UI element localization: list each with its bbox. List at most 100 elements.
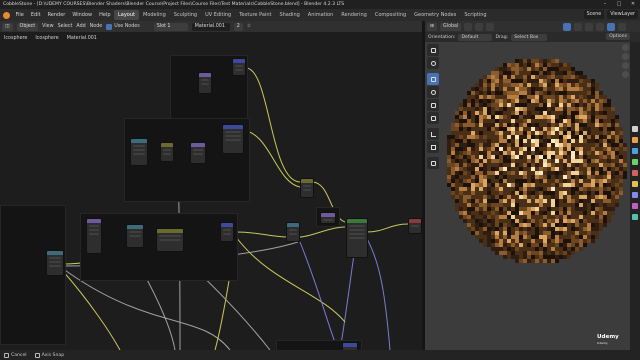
xray-icon[interactable]: [574, 22, 583, 31]
transform-orientation-dropdown[interactable]: Global: [440, 22, 462, 31]
shader-node[interactable]: [46, 250, 64, 276]
tab-layout[interactable]: Layout: [114, 10, 139, 20]
view-layer-selector[interactable]: ViewLayer: [607, 10, 638, 19]
material-users-count[interactable]: 2: [233, 22, 243, 31]
wireframe-shading-icon[interactable]: [585, 22, 594, 31]
blender-logo-icon[interactable]: [0, 9, 12, 21]
tweak-tool-icon[interactable]: [427, 44, 439, 56]
drag-label: Drag:: [495, 34, 509, 40]
slot-dropdown[interactable]: Slot 1: [153, 22, 188, 31]
tab-animation[interactable]: Animation: [304, 10, 338, 20]
tab-rendering[interactable]: Rendering: [337, 10, 371, 20]
move-tool-icon[interactable]: [427, 73, 439, 85]
proportional-edit-icon[interactable]: [486, 22, 495, 31]
add-cube-tool-icon[interactable]: [427, 157, 439, 169]
tab-scripting[interactable]: Scripting: [460, 10, 490, 20]
editor-type-button[interactable]: ◫: [2, 22, 13, 31]
shader-node[interactable]: [222, 124, 244, 154]
properties-tab-icon[interactable]: [632, 148, 638, 154]
window-title-bar: CobbleStone - [D:\UDEMY COURSES\Blender …: [0, 0, 640, 9]
solid-shading-icon[interactable]: [596, 22, 605, 31]
use-nodes-label: Use Nodes: [114, 24, 140, 29]
shader-node[interactable]: [198, 72, 212, 94]
viewport-tool-settings: Orientation: Default Drag: Select Box Op…: [425, 32, 640, 42]
tab-modeling[interactable]: Modeling: [139, 10, 170, 20]
shader-node[interactable]: [300, 178, 314, 198]
viewport-toolbar: [427, 44, 441, 169]
menu-edit[interactable]: Edit: [27, 12, 44, 18]
tab-compositing[interactable]: Compositing: [371, 10, 410, 20]
shader-node[interactable]: [320, 212, 336, 224]
measure-tool-icon[interactable]: [427, 141, 439, 153]
properties-tab-icon[interactable]: [632, 214, 638, 220]
orientation-dropdown[interactable]: Default: [458, 33, 493, 41]
shader-node[interactable]: [220, 222, 234, 242]
properties-tab-icon[interactable]: [632, 170, 638, 176]
menu-help[interactable]: Help: [96, 12, 114, 18]
tab-shading[interactable]: Shading: [275, 10, 303, 20]
material-preview-icon[interactable]: [607, 22, 616, 31]
properties-tab-icon[interactable]: [632, 159, 638, 165]
shader-node[interactable]: [286, 222, 300, 242]
shader-node[interactable]: [156, 228, 184, 252]
pan-icon[interactable]: [622, 53, 629, 60]
rendered-shading-icon[interactable]: [618, 22, 627, 31]
zoom-icon[interactable]: [622, 44, 629, 51]
editor-type-button[interactable]: ⊞: [427, 22, 438, 31]
tab-sculpting[interactable]: Sculpting: [170, 10, 201, 20]
scene-selector[interactable]: Scene: [583, 10, 605, 19]
shader-node[interactable]: [232, 58, 246, 76]
menu-render[interactable]: Render: [44, 12, 69, 18]
fake-user-icon[interactable]: ☆: [247, 24, 251, 29]
shader-node[interactable]: [126, 224, 144, 248]
properties-tab-icon[interactable]: [632, 203, 638, 209]
viewport-header: ⊞ Global: [425, 21, 640, 32]
properties-tab-icon[interactable]: [632, 137, 638, 143]
icosphere-material-preview[interactable]: [443, 55, 630, 267]
drag-dropdown[interactable]: Select Box: [511, 33, 548, 41]
shader-node[interactable]: [86, 218, 102, 254]
material-output-node[interactable]: [408, 218, 422, 234]
snap-icon[interactable]: [475, 22, 484, 31]
maximize-button[interactable]: □: [612, 0, 626, 9]
menu-select[interactable]: Select: [58, 24, 73, 29]
perspective-toggle-icon[interactable]: [622, 71, 629, 78]
material-selector[interactable]: Material.001: [191, 22, 230, 31]
transform-tool-icon[interactable]: [427, 112, 439, 124]
properties-tabs: [630, 42, 640, 350]
menu-file[interactable]: File: [12, 12, 27, 18]
overlay-icon[interactable]: [563, 22, 572, 31]
status-cancel: Cancel: [4, 352, 27, 358]
breadcrumb-mesh: Icosphere: [35, 36, 59, 41]
pivot-icon[interactable]: [464, 22, 473, 31]
camera-view-icon[interactable]: [622, 62, 629, 69]
close-button[interactable]: ✕: [626, 0, 640, 9]
scale-tool-icon[interactable]: [427, 99, 439, 111]
rotate-tool-icon[interactable]: [427, 86, 439, 98]
properties-tab-icon[interactable]: [632, 192, 638, 198]
annotate-tool-icon[interactable]: [427, 128, 439, 140]
options-dropdown[interactable]: Options: [606, 33, 630, 40]
checkbox-icon: [106, 23, 113, 30]
use-nodes-checkbox[interactable]: Use Nodes: [106, 23, 140, 30]
tab-texture-paint[interactable]: Texture Paint: [235, 10, 275, 20]
mouse-left-icon: [4, 352, 9, 358]
shader-node[interactable]: [130, 138, 148, 166]
properties-tab-icon[interactable]: [632, 181, 638, 187]
node-editor-canvas[interactable]: [0, 32, 422, 350]
menu-node[interactable]: Node: [90, 24, 103, 29]
principled-bsdf-node[interactable]: [346, 218, 368, 258]
cursor-tool-icon[interactable]: [427, 57, 439, 69]
menu-window[interactable]: Window: [69, 12, 96, 18]
shader-node[interactable]: [342, 342, 358, 350]
menu-add[interactable]: Add: [76, 24, 85, 29]
object-mode-dropdown[interactable]: Object: [16, 22, 39, 31]
minimize-button[interactable]: –: [598, 0, 612, 9]
tab-uv-editing[interactable]: UV Editing: [201, 10, 235, 20]
status-axis-snap: Axis Snap: [34, 352, 64, 358]
shader-node[interactable]: [190, 142, 206, 164]
tab-geometry-nodes[interactable]: Geometry Nodes: [410, 10, 460, 20]
menu-view[interactable]: View: [42, 24, 53, 29]
shader-node[interactable]: [160, 142, 174, 162]
properties-tab-icon[interactable]: [632, 126, 638, 132]
